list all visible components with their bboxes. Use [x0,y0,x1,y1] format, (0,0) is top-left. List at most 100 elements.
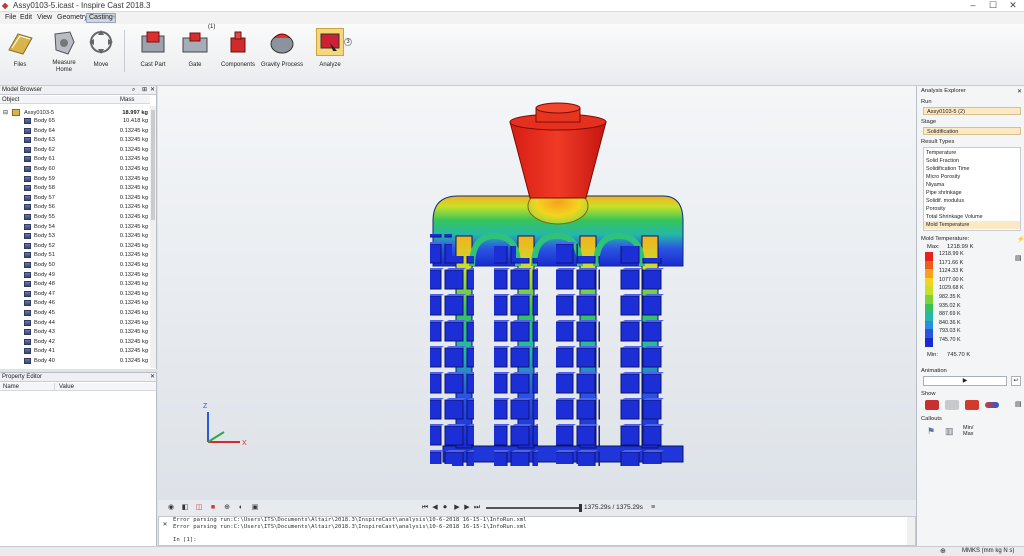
move-button[interactable]: Move [86,28,116,80]
tree-row[interactable]: Body 65 10.418 kg [0,117,150,125]
result-type-item[interactable]: Pipe shrinkage [924,189,1020,197]
view-tool-icon[interactable]: ◉ [166,503,176,513]
callout-box-icon[interactable]: ▥ [945,426,954,437]
menu-geometry[interactable]: Geometry [55,13,90,23]
target-icon[interactable]: ⊕ [940,547,946,555]
close-button[interactable]: ✕ [1006,0,1020,11]
tree-row[interactable]: Body 47 0.13245 kg [0,290,150,298]
3d-viewport[interactable]: Z X [158,86,916,500]
tree-row[interactable]: Body 48 0.13245 kg [0,280,150,288]
tree-row[interactable]: Body 53 0.13245 kg [0,232,150,240]
play-icon[interactable]: ▶ [452,503,462,513]
tree-row[interactable]: Body 55 0.13245 kg [0,213,150,221]
menu-edit[interactable]: Edit [18,13,34,23]
menu-file[interactable]: File [3,13,18,23]
minimize-button[interactable]: – [966,0,980,11]
shade-icon[interactable]: ◐ [236,503,246,513]
tree-row[interactable]: Body 54 0.13245 kg [0,223,150,231]
maximize-button[interactable]: ☐ [986,0,1000,11]
tree-row[interactable]: Body 57 0.13245 kg [0,194,150,202]
panel-pin-icon[interactable]: ⊞ [142,86,147,95]
tree-row[interactable]: Body 56 0.13245 kg [0,203,150,211]
add-tab-icon[interactable]: + [110,13,118,23]
stop-icon[interactable]: ⏺ [440,503,450,513]
callout-probe-icon[interactable]: ⚑ [927,426,935,437]
tree-row[interactable]: Body 41 0.13245 kg [0,347,150,355]
result-type-item[interactable]: Porosity [924,205,1020,213]
show-part-icon[interactable] [925,400,939,410]
tree-row[interactable]: Body 45 0.13245 kg [0,309,150,317]
unit-system[interactable]: MMKS (mm kg N s) [962,548,1014,554]
stage-select[interactable]: Solidification [923,127,1021,135]
col-header-mass[interactable]: Mass [114,96,150,104]
python-console[interactable]: ✕ Error parsing run:C:\Users\ITS\Documen… [158,516,916,546]
skip-back-icon[interactable]: ⏮ [420,503,430,513]
model-browser-scroll-thumb[interactable] [151,110,155,220]
playback-menu-icon[interactable]: ≡ [648,503,658,513]
tree-row[interactable]: Body 43 0.13245 kg [0,328,150,336]
animation-loop-icon[interactable]: ↩ [1011,376,1021,386]
col-header-object[interactable]: Object [0,96,114,104]
result-type-item[interactable]: Temperature [924,149,1020,157]
tree-row[interactable]: Body 50 0.13245 kg [0,261,150,269]
box-view-icon[interactable]: ▣ [250,503,260,513]
console-prompt[interactable]: In [1]: [173,537,197,544]
skip-forward-icon[interactable]: ⏭ [472,503,482,513]
result-type-item[interactable]: Solidification Time [924,165,1020,173]
show-mold-icon[interactable] [945,400,959,410]
show-range-icon[interactable] [985,402,999,408]
animation-play-button[interactable]: ▶ [923,376,1007,386]
analyze-button[interactable]: Analyze 3 [308,28,352,80]
tree-row[interactable]: Body 49 0.13245 kg [0,271,150,279]
tree-row[interactable]: Body 59 0.13245 kg [0,175,150,183]
tree-row[interactable]: Body 61 0.13245 kg [0,155,150,163]
callout-minmax-button[interactable]: Min/ Max [963,425,973,437]
step-forward-icon[interactable]: ▶ [462,503,472,513]
measure-button[interactable]: Measure Home [46,28,82,80]
gravity-process-button[interactable]: Gravity Process [260,28,304,80]
show-menu-icon[interactable]: ▤ [1015,400,1022,408]
result-type-item[interactable]: Total Shrinkage Volume [924,213,1020,221]
files-button[interactable]: Files [4,28,36,80]
render-mode-icon[interactable]: ■ [208,503,218,513]
cast-part-button[interactable]: Cast Part [136,28,170,80]
console-scrollbar[interactable] [907,517,915,545]
result-type-item[interactable]: Solid Fraction [924,157,1020,165]
timeline-handle[interactable] [579,504,582,512]
section-icon[interactable]: ◫ [194,503,204,513]
result-type-item[interactable]: Micro Porosity [924,173,1020,181]
tree-row[interactable]: Body 44 0.13245 kg [0,319,150,327]
tree-row[interactable]: Body 64 0.13245 kg [0,127,150,135]
collapse-icon[interactable]: ⊟ [3,109,8,117]
close-console-icon[interactable]: ✕ [160,520,170,530]
tree-row[interactable]: Body 63 0.13245 kg [0,136,150,144]
tree-row[interactable]: Body 52 0.13245 kg [0,242,150,250]
tree-row[interactable]: Body 42 0.13245 kg [0,338,150,346]
gate-button[interactable]: Gate (1) [178,24,215,80]
menu-view[interactable]: View [35,13,54,23]
tree-row[interactable]: Body 58 0.13245 kg [0,184,150,192]
camera-icon[interactable]: ◧ [180,503,190,513]
result-type-item-selected[interactable]: Mold Temperature [924,221,1020,229]
step-back-icon[interactable]: ◀ [430,503,440,513]
col-header-name[interactable]: Name [0,383,54,391]
timeline-track[interactable] [486,507,582,509]
tree-row[interactable]: Body 46 0.13245 kg [0,299,150,307]
col-header-value[interactable]: Value [54,383,156,391]
components-button[interactable]: Components [218,28,258,80]
legend-settings-icon[interactable]: ⚡ [1017,236,1024,243]
run-select[interactable]: Assy0103-5 (2) [923,107,1021,115]
close-panel-icon[interactable]: ✕ [1017,88,1022,95]
result-type-item[interactable]: Solidif. modulus [924,197,1020,205]
result-type-item[interactable]: Niyama [924,181,1020,189]
search-icon[interactable]: ⌕ [132,86,135,95]
tree-row[interactable]: Body 40 0.13245 kg [0,357,150,365]
tree-row[interactable]: Body 62 0.13245 kg [0,146,150,154]
tree-row[interactable]: Body 51 0.13245 kg [0,251,150,259]
zoom-icon[interactable]: ⊕ [222,503,232,513]
show-gate-icon[interactable] [965,400,979,410]
close-panel-icon[interactable]: ✕ [150,86,155,95]
tree-row[interactable]: Body 60 0.13245 kg [0,165,150,173]
tree-root[interactable]: ⊟ Assy0103-5 18.997 kg [0,109,150,117]
close-panel-icon[interactable]: ✕ [150,373,155,382]
